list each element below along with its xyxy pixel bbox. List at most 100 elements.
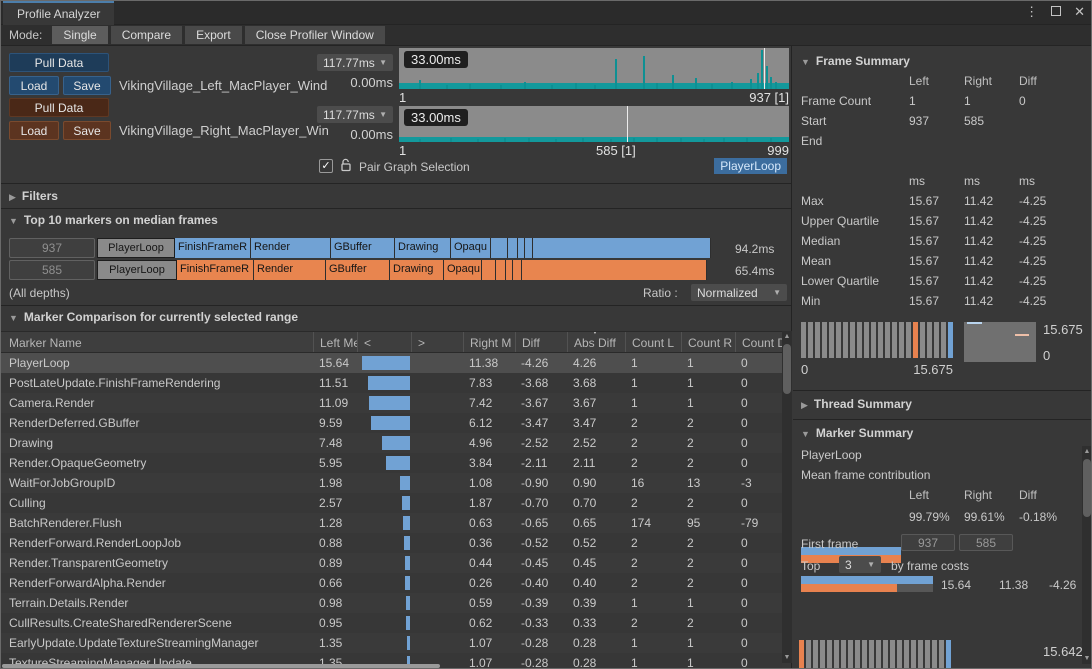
first-frame-left-button[interactable]: 937	[901, 534, 955, 551]
scroll-down-icon[interactable]: ▼	[1082, 653, 1092, 664]
diff-bar	[405, 556, 410, 570]
top10-segment: Opaqu	[451, 238, 491, 258]
table-row[interactable]: CullResults.CreateSharedRendererScene0.9…	[1, 613, 782, 633]
table-cell: CullResults.CreateSharedRendererScene	[1, 613, 313, 633]
column-header-right-bigger[interactable]: >	[411, 332, 463, 352]
top10-frame-button-right[interactable]: 585	[9, 260, 95, 280]
table-row[interactable]: Drawing7.484.96-2.522.52220	[1, 433, 782, 453]
frame-graph-right[interactable]: 33.00ms	[399, 106, 789, 142]
scrollbar-thumb[interactable]	[1083, 459, 1091, 517]
close-profiler-window-button[interactable]: Close Profiler Window	[245, 26, 385, 44]
column-header-abs-diff[interactable]: ▼Abs Diff	[567, 332, 625, 352]
graph-baseline	[399, 137, 789, 142]
column-header-count-right[interactable]: Count R	[681, 332, 735, 352]
table-cell: 0.62	[463, 613, 515, 633]
marker-summary-foldout[interactable]: ▼Marker Summary	[801, 426, 913, 440]
table-cell: -2.52	[515, 433, 567, 453]
close-icon[interactable]: ✕	[1074, 4, 1085, 20]
table-cell: 3.67	[567, 393, 625, 413]
table-vertical-scrollbar[interactable]: ▲ ▼	[782, 331, 792, 663]
table-cell: 7.83	[463, 373, 515, 393]
histogram-bar	[827, 640, 832, 668]
load-right-button[interactable]: Load	[9, 121, 59, 140]
pair-graph-selection-checkbox[interactable]: ✓	[319, 159, 333, 173]
table-cell: 0.28	[567, 633, 625, 653]
table-row[interactable]: Render.OpaqueGeometry5.953.84-2.112.1122…	[1, 453, 782, 473]
right-pane-scrollbar[interactable]: ▲ ▼	[1082, 446, 1092, 664]
comparison-foldout[interactable]: ▼Marker Comparison for currently selecte…	[9, 310, 298, 324]
table-row[interactable]: Terrain.Details.Render0.980.59-0.390.391…	[1, 593, 782, 613]
table-horizontal-scrollbar[interactable]	[2, 664, 440, 668]
export-button[interactable]: Export	[185, 26, 242, 44]
mode-compare-button[interactable]: Compare	[111, 26, 182, 44]
column-header-left-bigger[interactable]: <	[357, 332, 411, 352]
table-cell: 0.59	[463, 593, 515, 613]
range-max-left-dropdown[interactable]: 117.77ms▼	[317, 54, 393, 71]
frame-summary-foldout[interactable]: ▼Frame Summary	[801, 54, 910, 68]
table-cell: 7.42	[463, 393, 515, 413]
scroll-up-icon[interactable]: ▲	[1082, 446, 1092, 457]
histogram-bar	[822, 322, 827, 358]
table-cell: 1	[625, 393, 681, 413]
table-row[interactable]: PlayerLoop15.6411.38-4.264.26110	[1, 353, 782, 373]
load-left-button[interactable]: Load	[9, 76, 59, 95]
scroll-up-icon[interactable]: ▲	[782, 331, 792, 342]
column-header-right-median[interactable]: Right M	[463, 332, 515, 352]
table-cell: 16	[625, 473, 681, 493]
scroll-down-icon[interactable]: ▼	[782, 652, 792, 663]
column-header-left-median[interactable]: Left Me	[313, 332, 357, 352]
ratio-dropdown[interactable]: Normalized▼	[691, 284, 787, 301]
table-cell: 2	[625, 613, 681, 633]
table-row[interactable]: BatchRenderer.Flush1.280.63-0.650.651749…	[1, 513, 782, 533]
top10-frame-button-left[interactable]: 937	[9, 238, 95, 258]
column-header-count-left[interactable]: Count L	[625, 332, 681, 352]
histogram-bar	[906, 322, 911, 358]
table-cell: 2	[625, 433, 681, 453]
table-row[interactable]: WaitForJobGroupID1.981.08-0.900.901613-3	[1, 473, 782, 493]
graph-spike	[711, 84, 713, 89]
all-depths-label: (All depths)	[9, 286, 70, 300]
frame-graph-left[interactable]: 33.00ms	[399, 48, 789, 89]
table-cell: 2.11	[567, 453, 625, 473]
histogram-bar	[848, 640, 853, 668]
table-cell: 1.35	[313, 633, 357, 653]
pull-data-left-button[interactable]: Pull Data	[9, 53, 109, 72]
chevron-down-icon: ▼	[801, 57, 810, 67]
column-header-diff[interactable]: Diff	[515, 332, 567, 352]
range-max-right-dropdown[interactable]: 117.77ms▼	[317, 106, 393, 123]
lock-icon[interactable]	[340, 158, 352, 175]
table-cell: 1	[681, 653, 735, 669]
pull-data-right-button[interactable]: Pull Data	[9, 98, 109, 117]
thread-summary-foldout[interactable]: ▶Thread Summary	[801, 397, 912, 411]
boxplot-min-label: 0	[1043, 348, 1050, 363]
mode-single-button[interactable]: Single	[52, 26, 107, 44]
top10-foldout[interactable]: ▼Top 10 markers on median frames	[9, 213, 218, 227]
save-left-button[interactable]: Save	[63, 76, 111, 95]
tab-profile-analyzer[interactable]: Profile Analyzer	[3, 1, 114, 25]
table-cell: 0.95	[313, 613, 357, 633]
filters-foldout[interactable]: ▶Filters	[9, 189, 58, 203]
column-header-count-diff[interactable]: Count D	[735, 332, 782, 352]
table-cell: EarlyUpdate.UpdateTextureStreamingManage…	[1, 633, 313, 653]
table-cell: Render.TransparentGeometry	[1, 553, 313, 573]
table-row[interactable]: Camera.Render11.097.42-3.673.67110	[1, 393, 782, 413]
table-row[interactable]: RenderDeferred.GBuffer9.596.12-3.473.472…	[1, 413, 782, 433]
top-n-dropdown[interactable]: 3▼	[839, 556, 881, 573]
first-frame-right-button[interactable]: 585	[959, 534, 1013, 551]
kebab-menu-icon[interactable]: ⋮	[1025, 4, 1038, 20]
table-row[interactable]: EarlyUpdate.UpdateTextureStreamingManage…	[1, 633, 782, 653]
table-cell: 0.39	[567, 593, 625, 613]
table-cell: 11.51	[313, 373, 357, 393]
table-row[interactable]: PostLateUpdate.FinishFrameRendering11.51…	[1, 373, 782, 393]
maximize-icon[interactable]	[1051, 6, 1061, 16]
table-row[interactable]: Render.TransparentGeometry0.890.44-0.450…	[1, 553, 782, 573]
save-right-button[interactable]: Save	[63, 121, 111, 140]
graph-x-start: 1	[399, 143, 406, 158]
table-row[interactable]: RenderForward.RenderLoopJob0.880.36-0.52…	[1, 533, 782, 553]
table-row[interactable]: Culling2.571.87-0.700.70220	[1, 493, 782, 513]
table-row[interactable]: RenderForwardAlpha.Render0.660.26-0.400.…	[1, 573, 782, 593]
scrollbar-thumb[interactable]	[783, 344, 791, 394]
table-cell: 0.66	[313, 573, 357, 593]
histogram-bar	[834, 640, 839, 668]
column-header-name[interactable]: Marker Name	[1, 332, 313, 352]
